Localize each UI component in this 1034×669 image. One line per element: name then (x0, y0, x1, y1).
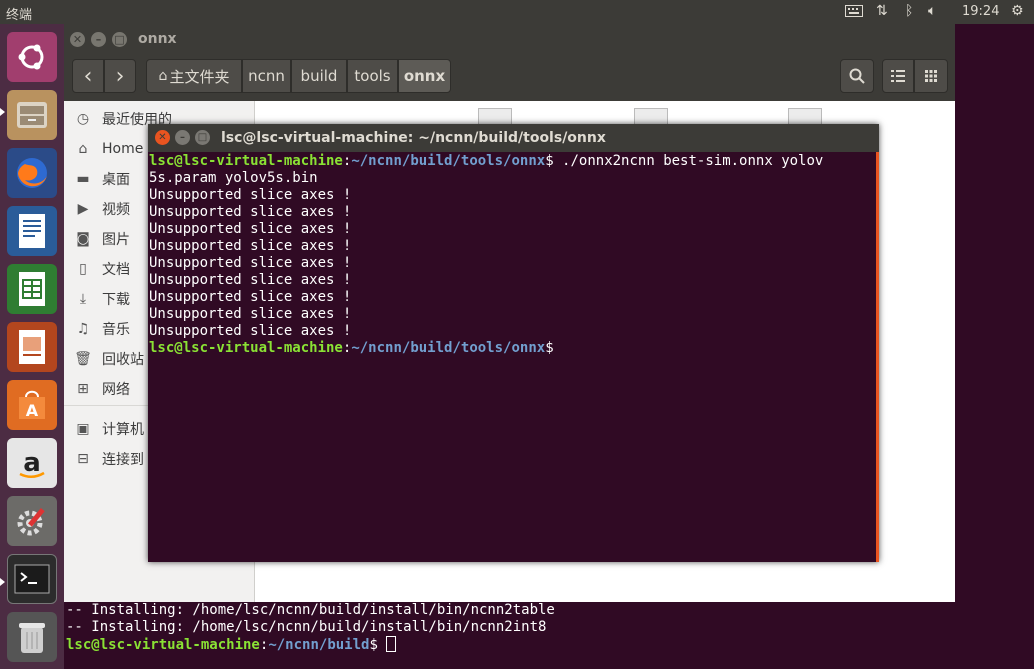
libreoffice-writer-icon[interactable] (7, 206, 57, 256)
sidebar-item-downloads[interactable]: ⤓ 下载 (74, 287, 130, 311)
clock-icon: ◷ (76, 111, 90, 127)
forward-button[interactable]: › (104, 59, 136, 93)
terminal-prompt-line: lsc@lsc-virtual-machine:~/ncnn/build$ (66, 636, 1034, 654)
output-line: Unsupported slice axes ! (149, 306, 352, 322)
close-button[interactable]: ✕ (70, 32, 85, 47)
terminal-icon[interactable] (7, 554, 57, 604)
volume-icon[interactable]: 🔈︎ (928, 3, 936, 19)
terminal-line: -- Installing: /home/lsc/ncnn/build/inst… (66, 602, 555, 618)
computer-icon: ▣ (76, 421, 90, 437)
camera-icon: ◙ (76, 231, 90, 247)
chevron-right-icon: › (115, 63, 125, 89)
sidebar-item-pictures[interactable]: ◙ 图片 (74, 227, 130, 251)
output-line: Unsupported slice axes ! (149, 221, 352, 237)
gear-icon[interactable]: ⚙ (1011, 3, 1024, 19)
terminal-output[interactable]: lsc@lsc-virtual-machine:~/ncnn/build/too… (149, 153, 876, 357)
output-line: Unsupported slice axes ! (149, 187, 352, 203)
sidebar-item-computer[interactable]: ▣ 计算机 (74, 417, 144, 441)
text-cursor (386, 636, 397, 652)
app-title: 终端 (6, 8, 33, 23)
terminal-window[interactable]: ✕ – □ lsc@lsc-virtual-machine: ~/ncnn/bu… (148, 124, 879, 562)
launcher: A a (0, 24, 64, 669)
home-icon: ⌂ (158, 68, 168, 84)
search-icon (849, 68, 865, 84)
svg-text:A: A (26, 401, 39, 420)
music-icon: ♫ (76, 321, 90, 337)
amazon-icon[interactable]: a (7, 438, 57, 488)
server-icon: ⊟ (77, 451, 89, 467)
svg-text:a: a (23, 448, 41, 478)
prompt-user: lsc@lsc-virtual-machine (66, 637, 260, 653)
download-icon: ⤓ (79, 291, 87, 307)
sidebar-item-network[interactable]: ⊞ 网络 (74, 377, 130, 401)
sidebar-item-trash[interactable]: 🗑︎ 回收站 (74, 347, 144, 371)
file-manager-header: ✕ – □ onnx ‹ › ⌂ 主文件夹 ncnn build tools on… (64, 24, 955, 101)
sidebar-item-home[interactable]: ⌂ Home (74, 137, 144, 161)
breadcrumb-ncnn[interactable]: ncnn (242, 59, 291, 93)
sidebar-item-music[interactable]: ♫ 音乐 (74, 317, 130, 341)
output-line: Unsupported slice axes ! (149, 204, 352, 220)
trash-icon: 🗑︎ (74, 351, 92, 367)
document-icon: ▯ (79, 261, 87, 277)
command-line-wrap: 5s.param yolov5s.bin (149, 170, 318, 186)
sidebar-item-desktop[interactable]: ▬ 桌面 (74, 167, 130, 191)
maximize-button[interactable]: □ (195, 130, 210, 145)
list-view-button[interactable] (882, 59, 914, 93)
output-line: Unsupported slice axes ! (149, 238, 352, 254)
terminal-title: lsc@lsc-virtual-machine: ~/ncnn/build/to… (221, 130, 606, 146)
prompt-symbol: $ (369, 637, 387, 653)
search-button[interactable] (840, 59, 874, 93)
network-icon: ⊞ (77, 381, 89, 397)
terminal-line: -- Installing: /home/lsc/ncnn/build/inst… (66, 619, 547, 635)
breadcrumb-onnx[interactable]: onnx (398, 59, 451, 93)
minimize-button[interactable]: – (175, 130, 190, 145)
output-line: Unsupported slice axes ! (149, 255, 352, 271)
minimize-button[interactable]: – (91, 32, 106, 47)
window-title: onnx (138, 31, 177, 47)
terminal-edge (876, 152, 879, 562)
bluetooth-icon[interactable]: ᛒ (905, 3, 913, 19)
breadcrumb-tools[interactable]: tools (347, 59, 398, 93)
output-line: Unsupported slice axes ! (149, 323, 352, 339)
sidebar-item-documents[interactable]: ▯ 文档 (74, 257, 130, 281)
trash-icon[interactable] (7, 612, 57, 662)
output-line: Unsupported slice axes ! (149, 289, 352, 305)
ubuntu-dash-icon[interactable] (7, 32, 57, 82)
desktop-icon: ▬ (76, 171, 90, 187)
maximize-button[interactable]: □ (112, 32, 127, 47)
terminal-titlebar[interactable]: ✕ – □ lsc@lsc-virtual-machine: ~/ncnn/bu… (148, 124, 879, 152)
breadcrumb-build[interactable]: build (291, 59, 347, 93)
close-button[interactable]: ✕ (155, 130, 170, 145)
command-line: lsc@lsc-virtual-machine:~/ncnn/build/too… (149, 153, 824, 169)
keyboard-icon[interactable] (845, 4, 863, 22)
background-terminal[interactable]: -- Installing: /home/lsc/ncnn/build/inst… (64, 600, 1034, 669)
firefox-icon[interactable] (7, 148, 57, 198)
chevron-left-icon: ‹ (83, 63, 93, 89)
top-panel: 终端 ⇅ ᛒ 🔈︎ 19:24 ⚙ (0, 0, 1034, 24)
home-icon: ⌂ (78, 141, 88, 157)
output-line: Unsupported slice axes ! (149, 272, 352, 288)
file-manager-icon[interactable] (7, 90, 57, 140)
video-icon: ▶ (77, 201, 89, 217)
running-indicator (0, 578, 5, 586)
libreoffice-impress-icon[interactable] (7, 322, 57, 372)
clock[interactable]: 19:24 (962, 4, 999, 19)
network-icon[interactable]: ⇅ (876, 3, 888, 19)
sidebar-item-connect-server[interactable]: ⊟ 连接到 (74, 447, 144, 471)
system-settings-icon[interactable] (7, 496, 57, 546)
list-view-icon (891, 70, 905, 82)
back-button[interactable]: ‹ (72, 59, 104, 93)
grid-view-button[interactable] (914, 59, 948, 93)
active-indicator (0, 108, 5, 116)
output-lines: Unsupported slice axes ! Unsupported slic… (149, 187, 876, 340)
grid-view-icon (925, 70, 937, 82)
prompt-path: ~/ncnn/build (268, 637, 370, 653)
libreoffice-calc-icon[interactable] (7, 264, 57, 314)
software-center-icon[interactable]: A (7, 380, 57, 430)
breadcrumb-home[interactable]: ⌂ 主文件夹 (146, 59, 242, 93)
final-prompt-line: lsc@lsc-virtual-machine:~/ncnn/build/too… (149, 340, 554, 356)
sidebar-item-videos[interactable]: ▶ 视频 (74, 197, 130, 221)
